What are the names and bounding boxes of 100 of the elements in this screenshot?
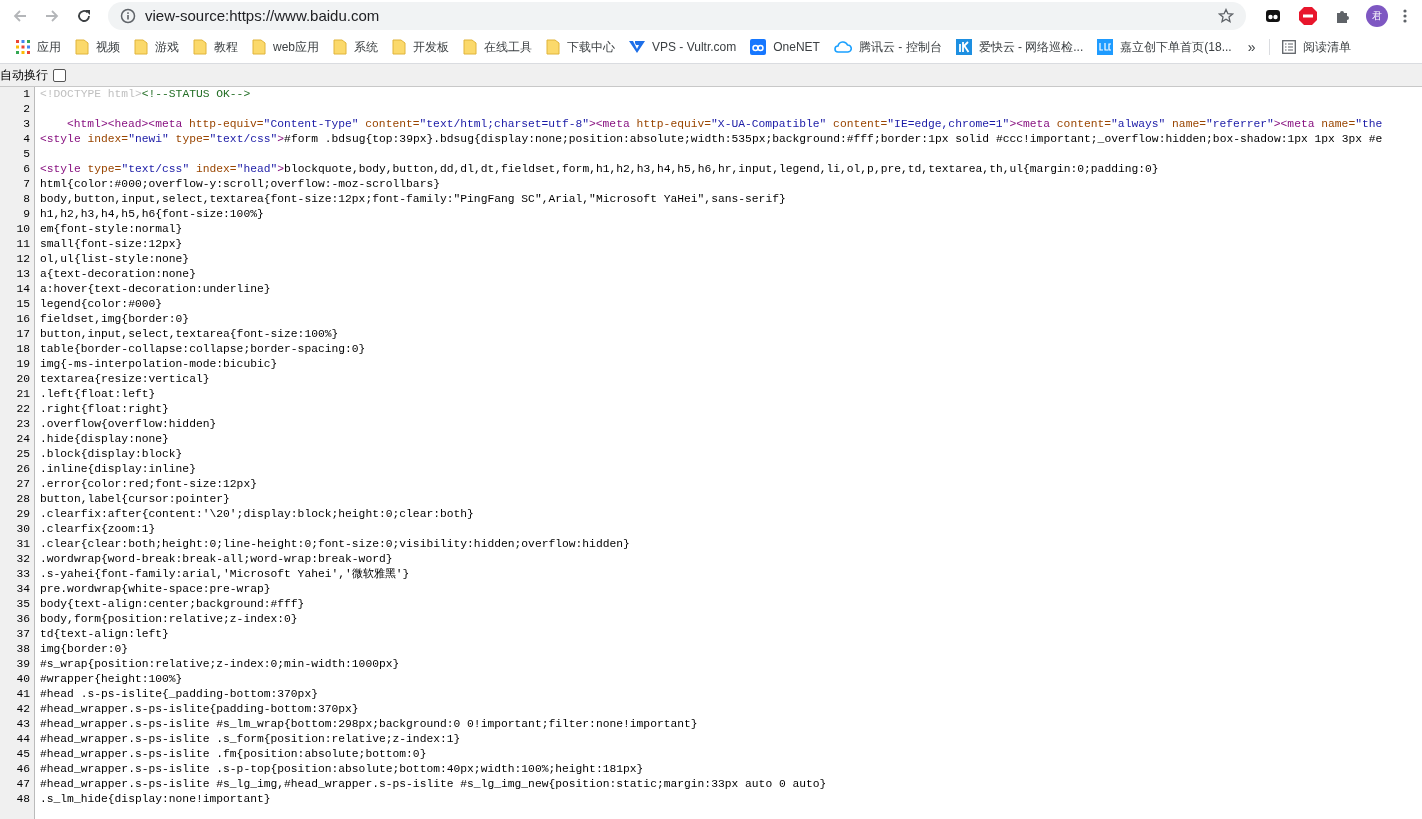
html-tag: > (277, 163, 285, 175)
more-bookmarks-button[interactable]: » (1239, 39, 1264, 55)
line-wrap-toggle[interactable]: 自动换行 (0, 66, 66, 84)
line-number: 33 (0, 567, 35, 582)
html-tag: ><meta (1273, 118, 1322, 130)
code-text: .overflow{overflow:hidden} (40, 418, 217, 430)
line-number: 41 (0, 687, 35, 702)
code-text: a{text-decoration:none} (40, 268, 196, 280)
line-number: 7 (0, 177, 35, 192)
line-number: 23 (0, 417, 35, 432)
attribute-value: "text/css" (121, 163, 190, 175)
attribute-name: type= (87, 163, 122, 175)
code-text: .clearfix{zoom:1} (40, 523, 156, 535)
cloud-icon (833, 40, 852, 54)
bookmark-item[interactable]: 爱快云 - 网络巡检... (949, 34, 1090, 60)
code-text: .clear{clear:both;height:0;line-height:0;font-size:0;visibility:hidden;overflow:hidden} (40, 538, 630, 550)
line-number: 15 (0, 297, 35, 312)
code-text: .right{float:right} (40, 403, 169, 415)
code-text: #wrapper{height:100%} (40, 673, 183, 685)
code-text: fieldset,img{border:0} (40, 313, 190, 325)
html-comment: <!--STATUS OK--> (141, 88, 251, 100)
line-number: 21 (0, 387, 35, 402)
adblock-icon[interactable] (1298, 5, 1318, 26)
code-text: .hide{display:none} (40, 433, 169, 445)
bookmark-item[interactable]: 教程 (187, 34, 244, 60)
bookmark-item[interactable]: 视频 (69, 34, 126, 60)
bookmark-item[interactable]: OneNET (744, 34, 826, 60)
line-number: 40 (0, 672, 35, 687)
info-icon (120, 7, 136, 24)
line-number: 27 (0, 477, 35, 492)
attribute-name: content= (1056, 118, 1112, 130)
code-text: #s_wrap{position:relative;z-index:0;min-width:1000px} (40, 658, 400, 670)
code-text: textarea{resize:vertical} (40, 373, 210, 385)
bookmark-item[interactable]: 下载中心 (540, 34, 621, 60)
bookmark-item[interactable]: 应用 (10, 34, 67, 60)
bookmark-item[interactable]: 游戏 (128, 34, 185, 60)
bookmark-item[interactable]: 系统 (327, 34, 384, 60)
line-wrap-checkbox[interactable] (53, 68, 66, 82)
gutter-background (0, 807, 35, 819)
html-tag: <style (40, 163, 88, 175)
code-text: button,label{cursor:pointer} (40, 493, 230, 505)
line-number: 25 (0, 447, 35, 462)
attribute-name: name= (1321, 118, 1356, 130)
folder-icon (463, 39, 477, 55)
code-text: pre.wordwrap{white-space:pre-wrap} (40, 583, 271, 595)
line-number: 8 (0, 192, 35, 207)
line-number: 31 (0, 537, 35, 552)
line-number: 3 (0, 117, 35, 132)
attribute-name: content= (364, 118, 420, 130)
bookmark-item[interactable]: 嘉立创下单首页(18... (1091, 34, 1238, 60)
code-text: #head_wrapper.s-ps-islite #s_lg_img,#head_wrapper.s-ps-islite #s_lg_img_new{position:static;margin:33px auto 0 auto} (40, 778, 827, 790)
bookmark-item[interactable]: web应用 (246, 34, 325, 60)
attribute-value: "always" (1111, 118, 1166, 130)
bookmark-item[interactable]: 开发板 (386, 34, 455, 60)
code-text: #head .s-ps-islite{_padding-bottom:370px} (40, 688, 318, 700)
bookmark-item[interactable]: VPS - Vultr.com (623, 34, 743, 60)
line-number: 9 (0, 207, 35, 222)
code-text: #head_wrapper.s-ps-islite{padding-bottom:370px} (40, 703, 359, 715)
line-number: 10 (0, 222, 35, 237)
attribute-name: type= (174, 133, 210, 145)
folder-icon (392, 39, 406, 55)
code-text: .wordwrap{word-break:break-all;word-wrap:break-word} (40, 553, 393, 565)
line-number: 22 (0, 402, 35, 417)
attribute-value: "X-UA-Compatible" (711, 118, 827, 130)
folder-icon (75, 39, 89, 55)
code-text: blockquote,body,button,dd,dl,dt,fieldset,form,h1,h2,h3,h4,h5,h6,hr,input,legend,li,ol,p,pre,td,textarea,th,ul{margin:0;padding:0} (284, 163, 1159, 175)
bookmark-item[interactable]: 腾讯云 - 控制台 (827, 34, 948, 60)
html-tag: ><meta (1009, 118, 1057, 130)
code-text: button,input,select,textarea{font-size:100%} (40, 328, 339, 340)
menu-icon[interactable] (1402, 7, 1408, 24)
code-text: ol,ul{list-style:none} (40, 253, 190, 265)
forward-arrow-icon (44, 7, 60, 24)
address-bar[interactable]: view-source:https://www.baidu.com (108, 1, 1246, 30)
reading-list-button[interactable]: 阅读清单 (1276, 34, 1358, 60)
code-text: body{text-align:center;background:#fff} (40, 598, 305, 610)
line-number: 12 (0, 252, 35, 267)
attribute-value: "text/css" (209, 133, 278, 145)
onenet-logo-icon (750, 39, 767, 55)
html-tag: > (277, 133, 285, 145)
line-number: 16 (0, 312, 35, 327)
bookmark-item[interactable]: 在线工具 (457, 34, 538, 60)
line-number: 44 (0, 732, 35, 747)
star-icon[interactable] (1218, 7, 1234, 24)
line-number: 42 (0, 702, 35, 717)
line-number: 19 (0, 357, 35, 372)
profile-avatar[interactable]: 君 (1366, 4, 1388, 27)
folder-icon (134, 39, 148, 55)
ikuai-logo-icon (955, 39, 972, 55)
line-number: 18 (0, 342, 35, 357)
code-text: #head_wrapper.s-ps-islite .fm{position:absolute;bottom:0} (40, 748, 427, 760)
line-number: 24 (0, 432, 35, 447)
apps-grid-icon (16, 40, 30, 54)
reload-icon (76, 7, 92, 24)
line-number: 47 (0, 777, 35, 792)
doctype: <!DOCTYPE html> (40, 88, 142, 100)
code-text: a:hover{text-decoration:underline} (40, 283, 271, 295)
attribute-name: name= (1171, 118, 1206, 130)
attribute-value: "head" (236, 163, 278, 175)
line-number: 6 (0, 162, 35, 177)
back-arrow-icon (12, 7, 28, 24)
